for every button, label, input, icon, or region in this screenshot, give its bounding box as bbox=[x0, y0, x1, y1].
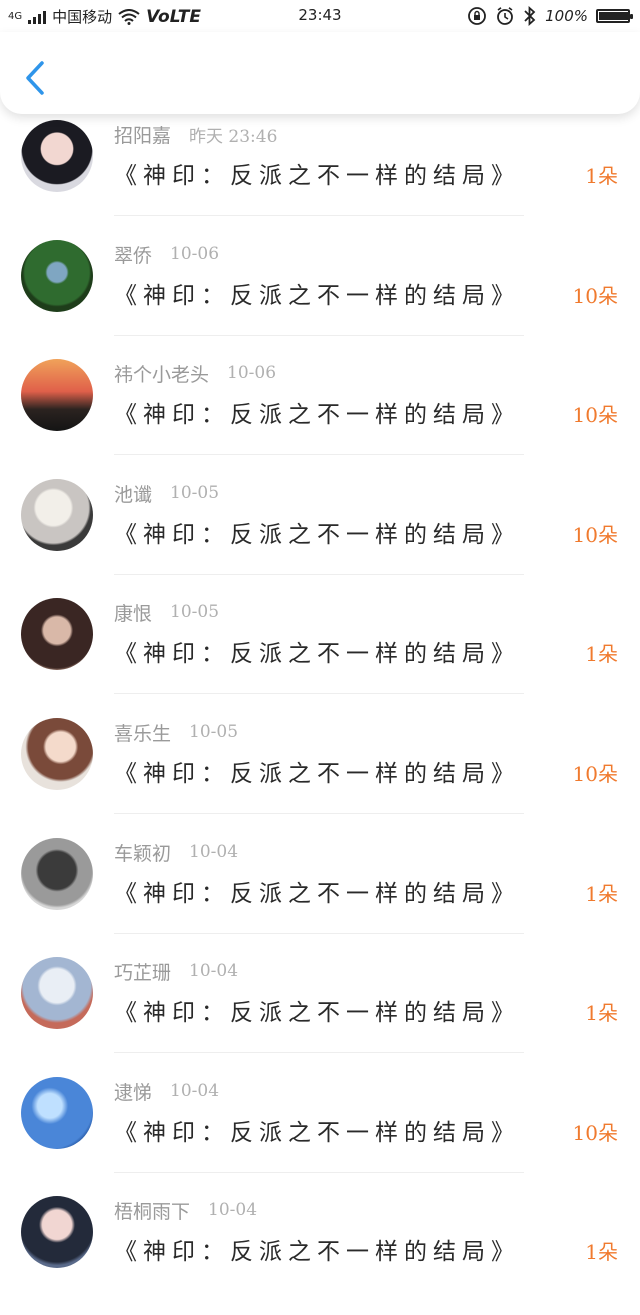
timestamp: 10-05 bbox=[170, 483, 220, 503]
user-meta: 梧桐雨下 10-04 bbox=[114, 1196, 257, 1224]
flower-count: 1朵 bbox=[585, 164, 618, 188]
book-title: 《神印：反派之不一样的结局》 bbox=[114, 881, 520, 907]
book-title: 《神印：反派之不一样的结局》 bbox=[114, 641, 520, 667]
divider bbox=[114, 813, 524, 814]
list-item[interactable]: 翠侨 10-06 《神印：反派之不一样的结局》 10朵 bbox=[0, 240, 640, 359]
book-title: 《神印：反派之不一样的结局》 bbox=[114, 522, 520, 548]
flower-count: 1朵 bbox=[585, 1001, 618, 1025]
book-title: 《神印：反派之不一样的结局》 bbox=[114, 1000, 520, 1026]
flower-count: 10朵 bbox=[572, 1121, 618, 1145]
timestamp: 10-06 bbox=[170, 244, 220, 264]
avatar[interactable] bbox=[21, 1077, 93, 1149]
timestamp: 10-05 bbox=[170, 602, 220, 622]
timestamp: 10-04 bbox=[189, 961, 239, 981]
book-title: 《神印：反派之不一样的结局》 bbox=[114, 402, 520, 428]
book-title: 《神印：反派之不一样的结局》 bbox=[114, 1120, 520, 1146]
divider bbox=[114, 335, 524, 336]
list-item[interactable]: 池谶 10-05 《神印：反派之不一样的结局》 10朵 bbox=[0, 479, 640, 598]
user-meta: 翠侨 10-06 bbox=[114, 240, 219, 268]
book-title: 《神印：反派之不一样的结局》 bbox=[114, 163, 520, 189]
timestamp: 10-04 bbox=[208, 1200, 258, 1220]
user-meta: 池谶 10-05 bbox=[114, 479, 219, 507]
flower-count: 1朵 bbox=[585, 882, 618, 906]
divider bbox=[114, 1052, 524, 1053]
avatar[interactable] bbox=[21, 718, 93, 790]
avatar[interactable] bbox=[21, 957, 93, 1029]
user-meta: 招阳嘉 昨天 23:46 bbox=[114, 120, 277, 148]
user-name[interactable]: 翠侨 bbox=[114, 241, 152, 268]
divider bbox=[114, 1172, 524, 1173]
list-item[interactable]: 招阳嘉 昨天 23:46 《神印：反派之不一样的结局》 1朵 bbox=[0, 120, 640, 239]
avatar[interactable] bbox=[21, 838, 93, 910]
user-meta: 祎个小老头 10-06 bbox=[114, 359, 276, 387]
alarm-icon bbox=[497, 7, 514, 25]
list-item[interactable]: 巧芷珊 10-04 《神印：反派之不一样的结局》 1朵 bbox=[0, 957, 640, 1076]
user-meta: 巧芷珊 10-04 bbox=[114, 957, 238, 985]
battery-icon bbox=[596, 9, 633, 23]
avatar[interactable] bbox=[21, 120, 93, 192]
book-title: 《神印：反派之不一样的结局》 bbox=[114, 761, 520, 787]
user-name[interactable]: 康恨 bbox=[114, 599, 152, 626]
user-name[interactable]: 车颖初 bbox=[114, 839, 171, 866]
user-name[interactable]: 池谶 bbox=[114, 480, 152, 507]
divider bbox=[114, 454, 524, 455]
flower-count: 10朵 bbox=[572, 284, 618, 308]
user-name[interactable]: 梧桐雨下 bbox=[114, 1197, 190, 1224]
header-bar bbox=[0, 32, 640, 114]
bluetooth-icon bbox=[524, 6, 536, 26]
divider bbox=[114, 215, 524, 216]
timestamp: 10-05 bbox=[189, 722, 239, 742]
timestamp: 10-06 bbox=[227, 363, 277, 383]
user-name[interactable]: 招阳嘉 bbox=[114, 121, 171, 148]
book-title: 《神印：反派之不一样的结局》 bbox=[114, 1239, 520, 1265]
flower-count: 1朵 bbox=[585, 1240, 618, 1264]
user-name[interactable]: 巧芷珊 bbox=[114, 958, 171, 985]
list-item[interactable]: 车颖初 10-04 《神印：反派之不一样的结局》 1朵 bbox=[0, 838, 640, 957]
list-item[interactable]: 梧桐雨下 10-04 《神印：反派之不一样的结局》 1朵 bbox=[0, 1196, 640, 1315]
divider bbox=[114, 574, 524, 575]
avatar[interactable] bbox=[21, 359, 93, 431]
timestamp: 10-04 bbox=[170, 1081, 220, 1101]
book-title: 《神印：反派之不一样的结局》 bbox=[114, 283, 520, 309]
user-meta: 逮悌 10-04 bbox=[114, 1077, 219, 1105]
avatar[interactable] bbox=[21, 1196, 93, 1268]
rotation-lock-icon bbox=[468, 7, 487, 25]
list-item[interactable]: 逮悌 10-04 《神印：反派之不一样的结局》 10朵 bbox=[0, 1077, 640, 1196]
flower-count: 10朵 bbox=[572, 762, 618, 786]
list-item[interactable]: 喜乐生 10-05 《神印：反派之不一样的结局》 10朵 bbox=[0, 718, 640, 837]
battery-percent: 100% bbox=[545, 7, 588, 25]
user-name[interactable]: 逮悌 bbox=[114, 1078, 152, 1105]
user-name[interactable]: 祎个小老头 bbox=[114, 360, 209, 387]
status-right: 100% bbox=[467, 6, 633, 26]
user-meta: 车颖初 10-04 bbox=[114, 838, 238, 866]
flower-count: 1朵 bbox=[585, 642, 618, 666]
chevron-left-icon[interactable] bbox=[20, 60, 50, 96]
list-item[interactable]: 祎个小老头 10-06 《神印：反派之不一样的结局》 10朵 bbox=[0, 359, 640, 478]
avatar[interactable] bbox=[21, 598, 93, 670]
divider bbox=[114, 693, 524, 694]
user-name[interactable]: 喜乐生 bbox=[114, 719, 171, 746]
avatar[interactable] bbox=[21, 240, 93, 312]
flower-count: 10朵 bbox=[572, 523, 618, 547]
avatar[interactable] bbox=[21, 479, 93, 551]
divider bbox=[114, 933, 524, 934]
user-meta: 康恨 10-05 bbox=[114, 598, 219, 626]
timestamp: 10-04 bbox=[189, 842, 239, 862]
list-item[interactable]: 康恨 10-05 《神印：反派之不一样的结局》 1朵 bbox=[0, 598, 640, 717]
timestamp: 昨天 23:46 bbox=[189, 126, 278, 147]
user-meta: 喜乐生 10-05 bbox=[114, 718, 238, 746]
status-bar: 4G 中国移动 VoLTE 23:43 100% bbox=[0, 0, 640, 32]
flower-count: 10朵 bbox=[572, 403, 618, 427]
